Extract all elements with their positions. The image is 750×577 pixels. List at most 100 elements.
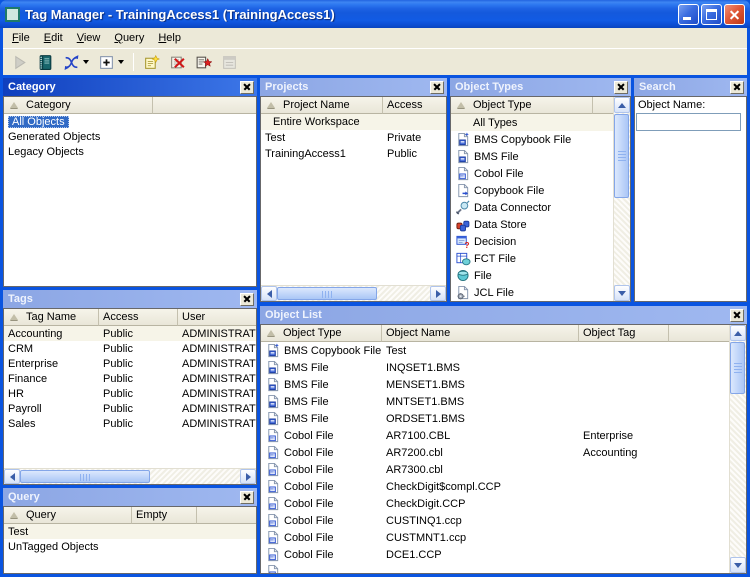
- object-row[interactable]: BMS Copybook FileTest: [261, 342, 746, 359]
- scroll-up-icon[interactable]: [730, 325, 746, 341]
- object-row[interactable]: BMS FileINQSET1.BMS: [261, 359, 746, 376]
- cell: Public: [99, 416, 178, 431]
- panel-object-list-close-icon[interactable]: [730, 309, 744, 322]
- object-name-input[interactable]: [636, 113, 741, 131]
- expand-button[interactable]: [94, 51, 128, 74]
- scroll-thumb[interactable]: [614, 114, 629, 198]
- scroll-thumb[interactable]: [730, 342, 745, 394]
- object-row[interactable]: BMS FileORDSET1.BMS: [261, 410, 746, 427]
- column-header-category[interactable]: Category: [4, 97, 153, 114]
- column-header-empty[interactable]: Empty: [132, 507, 197, 524]
- panel-object-types-close-icon[interactable]: [614, 81, 628, 94]
- menu-item-query[interactable]: Query: [107, 29, 151, 47]
- tag-row[interactable]: CRMPublicADMINISTRAT: [4, 341, 256, 356]
- create-tag-button[interactable]: [139, 51, 164, 74]
- scroll-right-icon[interactable]: [240, 469, 256, 484]
- object-row[interactable]: Cobol FileCheckDigit.CCP: [261, 495, 746, 512]
- object-row[interactable]: Cobol FileCheckDigit$compl.CCP: [261, 478, 746, 495]
- refresh-button[interactable]: [59, 51, 93, 74]
- tag-row[interactable]: HRPublicADMINISTRAT: [4, 386, 256, 401]
- object-type-row[interactable]: Data Connector: [451, 199, 630, 216]
- category-row[interactable]: Generated Objects: [4, 129, 256, 144]
- panel-category-close-icon[interactable]: [240, 81, 254, 94]
- minimize-button[interactable]: [678, 4, 699, 25]
- scroll-thumb[interactable]: [277, 287, 377, 300]
- object-row[interactable]: Cobol FileCUSTMNT1.ccp: [261, 529, 746, 546]
- project-row[interactable]: Entire Workspace: [261, 114, 446, 130]
- column-header-object-type[interactable]: Object Type: [451, 97, 593, 114]
- scroll-up-icon[interactable]: [614, 97, 630, 113]
- project-row[interactable]: TrainingAccess1Public: [261, 146, 446, 162]
- tags-horizontal-scrollbar[interactable]: [4, 468, 256, 484]
- cobol-file-icon: [265, 479, 282, 495]
- object-types-vertical-scrollbar[interactable]: [613, 97, 630, 301]
- autotag-button[interactable]: [191, 51, 216, 74]
- category-row[interactable]: All Objects: [4, 114, 256, 129]
- object-row[interactable]: Cobol FileAR7100.CBLEnterprise: [261, 427, 746, 444]
- tag-row[interactable]: PayrollPublicADMINISTRAT: [4, 401, 256, 416]
- column-header-access[interactable]: Access: [99, 309, 178, 326]
- column-header-object-type[interactable]: Object Type: [261, 325, 382, 342]
- object-row[interactable]: Cobol FileAR7200.cblAccounting: [261, 444, 746, 461]
- category-row[interactable]: Legacy Objects: [4, 144, 256, 159]
- panel-query-close-icon[interactable]: [240, 491, 254, 504]
- object-type-row[interactable]: File: [451, 267, 630, 284]
- column-header-blank[interactable]: [197, 507, 256, 524]
- scroll-left-icon[interactable]: [261, 286, 277, 301]
- project-row[interactable]: TestPrivate: [261, 130, 446, 146]
- column-header-object-tag[interactable]: Object Tag: [579, 325, 669, 342]
- tag-row[interactable]: FinancePublicADMINISTRAT: [4, 371, 256, 386]
- tag-row[interactable]: EnterprisePublicADMINISTRAT: [4, 356, 256, 371]
- object-row[interactable]: Cobol FileCUSTINQ1.ccp: [261, 512, 746, 529]
- projects-horizontal-scrollbar[interactable]: [261, 285, 446, 301]
- column-header-blank[interactable]: [153, 97, 256, 114]
- object-type-row[interactable]: Data Store: [451, 216, 630, 233]
- scroll-thumb[interactable]: [20, 470, 150, 483]
- menu-item-file[interactable]: File: [5, 29, 37, 47]
- cell-label: UnTagged Objects: [8, 541, 99, 553]
- object-row[interactable]: BMS FileMENSET1.BMS: [261, 376, 746, 393]
- object-type-row[interactable]: FCT File: [451, 250, 630, 267]
- object-type-row[interactable]: Copybook File: [451, 182, 630, 199]
- object-row[interactable]: Cobol FileAR7300.cbl: [261, 461, 746, 478]
- tag-row[interactable]: AccountingPublicADMINISTRAT: [4, 326, 256, 341]
- column-header-blank[interactable]: [669, 325, 729, 342]
- column-header-object-name[interactable]: Object Name: [382, 325, 579, 342]
- close-button[interactable]: [724, 4, 745, 25]
- object-row[interactable]: Cobol FileDCE1.CCP: [261, 546, 746, 563]
- object-type-row[interactable]: BMS Copybook File: [451, 131, 630, 148]
- column-header-blank[interactable]: [593, 97, 613, 114]
- maximize-button[interactable]: [701, 4, 722, 25]
- scroll-right-icon[interactable]: [430, 286, 446, 301]
- column-header-query[interactable]: Query: [4, 507, 132, 524]
- query-row[interactable]: UnTagged Objects: [4, 539, 256, 554]
- delete-tag-button[interactable]: [165, 51, 190, 74]
- dropdown-caret-icon[interactable]: [118, 60, 124, 64]
- object-type-row[interactable]: Cobol File: [451, 165, 630, 182]
- workspace-button[interactable]: [33, 51, 58, 74]
- panel-tags-close-icon[interactable]: [240, 293, 254, 306]
- panel-search-close-icon[interactable]: [730, 81, 744, 94]
- column-header-tag-name[interactable]: Tag Name: [4, 309, 99, 326]
- object-type-row[interactable]: All Types: [451, 114, 630, 131]
- panel-projects-close-icon[interactable]: [430, 81, 444, 94]
- tag-row[interactable]: SalesPublicADMINISTRAT: [4, 416, 256, 431]
- column-header-access[interactable]: Access: [383, 97, 446, 114]
- object-list-vertical-scrollbar[interactable]: [729, 325, 746, 573]
- menu-item-edit[interactable]: Edit: [37, 29, 70, 47]
- object-type-row[interactable]: ?Decision: [451, 233, 630, 250]
- query-row[interactable]: Test: [4, 524, 256, 539]
- object-row[interactable]: BMS FileMNTSET1.BMS: [261, 393, 746, 410]
- menu-item-view[interactable]: View: [70, 29, 108, 47]
- scroll-down-icon[interactable]: [614, 285, 630, 301]
- column-header-project-name[interactable]: Project Name: [261, 97, 383, 114]
- menu-item-help[interactable]: Help: [151, 29, 188, 47]
- object-type-row[interactable]: BMS File: [451, 148, 630, 165]
- object-type-row[interactable]: JCL File: [451, 284, 630, 301]
- object-row[interactable]: [261, 563, 746, 574]
- cobol-file-icon: [265, 513, 282, 529]
- scroll-left-icon[interactable]: [4, 469, 20, 484]
- column-header-user[interactable]: User: [178, 309, 256, 326]
- dropdown-caret-icon[interactable]: [83, 60, 89, 64]
- scroll-down-icon[interactable]: [730, 557, 746, 573]
